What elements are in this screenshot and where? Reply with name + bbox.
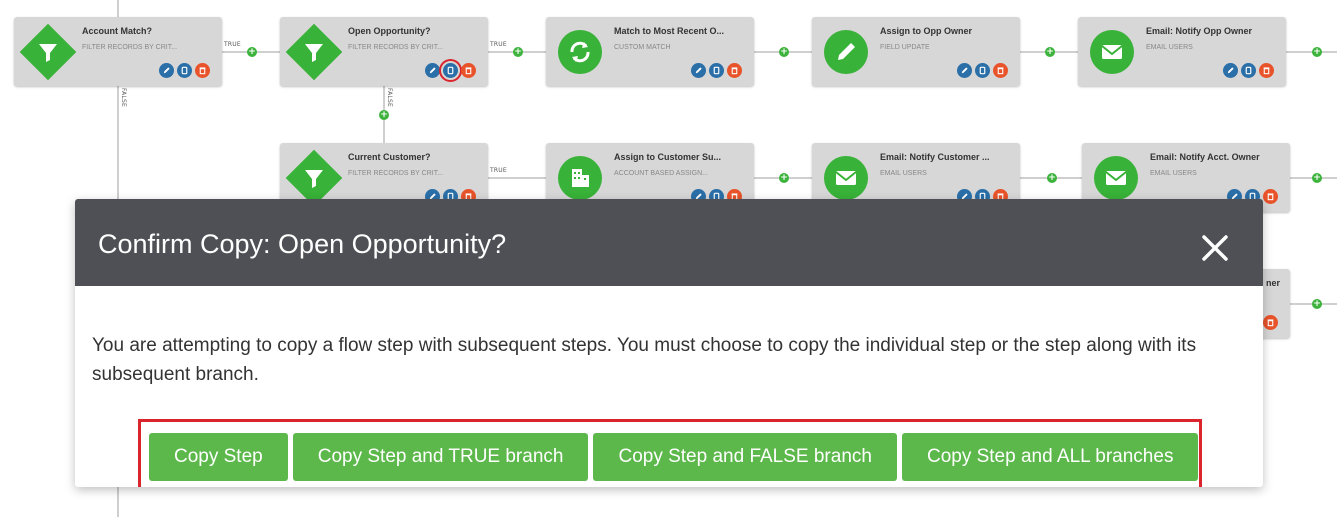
copy-icon[interactable] xyxy=(439,59,462,82)
edge-label-false: FALSE xyxy=(386,88,393,107)
copy-icon[interactable] xyxy=(709,63,724,78)
add-step-button[interactable]: + xyxy=(1047,173,1057,183)
step-subtitle: EMAIL USERS xyxy=(1150,170,1197,177)
copy-options-group: Copy Step Copy Step and TRUE branch Copy… xyxy=(138,419,1202,487)
flow-step-match-recent[interactable]: Match to Most Recent O... CUSTOM MATCH xyxy=(546,17,754,86)
edit-icon[interactable] xyxy=(425,63,440,78)
add-step-button[interactable]: + xyxy=(1312,47,1322,57)
building-icon xyxy=(558,156,602,200)
add-step-button[interactable]: + xyxy=(1312,173,1322,183)
trash-icon[interactable] xyxy=(993,63,1008,78)
filter-icon xyxy=(28,32,68,72)
mail-icon xyxy=(1094,156,1138,200)
edge-label-false: FALSE xyxy=(120,88,127,107)
flow-step-account-match[interactable]: Account Match? FILTER RECORDS BY CRIT... xyxy=(14,17,222,86)
step-subtitle: CUSTOM MATCH xyxy=(614,44,671,51)
step-title: ner xyxy=(1266,278,1281,288)
trash-icon[interactable] xyxy=(727,63,742,78)
step-title: Email: Notify Acct. Owner xyxy=(1150,152,1260,162)
copy-step-false-branch-button[interactable]: Copy Step and FALSE branch xyxy=(593,433,897,481)
add-step-button[interactable]: + xyxy=(1045,47,1055,57)
dialog-header: Confirm Copy: Open Opportunity? xyxy=(75,199,1263,286)
trash-icon[interactable] xyxy=(461,63,476,78)
edge-label-true: TRUE xyxy=(490,41,507,48)
edge-label-true: TRUE xyxy=(224,41,241,48)
copy-icon[interactable] xyxy=(177,63,192,78)
trash-icon[interactable] xyxy=(1263,189,1278,204)
flow-step-open-opportunity[interactable]: Open Opportunity? FILTER RECORDS BY CRIT… xyxy=(280,17,488,86)
step-subtitle: FIELD UPDATE xyxy=(880,44,930,51)
trash-icon[interactable] xyxy=(195,63,210,78)
copy-step-all-branches-button[interactable]: Copy Step and ALL branches xyxy=(901,433,1199,481)
copy-icon[interactable] xyxy=(1241,63,1256,78)
edit-icon[interactable] xyxy=(159,63,174,78)
add-step-button[interactable]: + xyxy=(779,173,789,183)
edit-icon[interactable] xyxy=(691,63,706,78)
filter-icon xyxy=(294,158,334,198)
step-subtitle: EMAIL USERS xyxy=(880,170,927,177)
add-step-button[interactable]: + xyxy=(513,47,523,57)
step-subtitle: EMAIL USERS xyxy=(1146,44,1193,51)
step-subtitle: FILTER RECORDS BY CRIT... xyxy=(82,44,178,51)
add-step-button[interactable]: + xyxy=(1312,299,1322,309)
add-step-button[interactable]: + xyxy=(779,47,789,57)
trash-icon[interactable] xyxy=(1259,63,1274,78)
step-subtitle: FILTER RECORDS BY CRIT... xyxy=(348,170,444,177)
dialog-title: Confirm Copy: Open Opportunity? xyxy=(98,229,507,259)
edit-icon[interactable] xyxy=(1223,63,1238,78)
edit-icon[interactable] xyxy=(957,63,972,78)
step-title: Email: Notify Opp Owner xyxy=(1146,26,1253,36)
confirm-copy-dialog: Confirm Copy: Open Opportunity? You are … xyxy=(75,199,1263,487)
flow-step-assign-opp-owner[interactable]: Assign to Opp Owner FIELD UPDATE xyxy=(812,17,1020,86)
filter-icon xyxy=(294,32,334,72)
pencil-icon xyxy=(824,30,868,74)
close-icon[interactable] xyxy=(1200,233,1230,263)
copy-icon[interactable] xyxy=(975,63,990,78)
mail-icon xyxy=(824,156,868,200)
copy-step-button[interactable]: Copy Step xyxy=(149,433,288,481)
sync-icon xyxy=(558,30,602,74)
step-title: Current Customer? xyxy=(348,152,431,162)
connector-line xyxy=(488,177,548,179)
add-step-button[interactable]: + xyxy=(379,110,389,120)
step-subtitle: FILTER RECORDS BY CRIT... xyxy=(348,44,444,51)
step-title: Account Match? xyxy=(82,26,153,36)
mail-icon xyxy=(1090,30,1134,74)
dialog-message: You are attempting to copy a flow step w… xyxy=(92,335,1197,385)
flow-step-email-opp-owner[interactable]: Email: Notify Opp Owner EMAIL USERS xyxy=(1078,17,1286,86)
add-step-button[interactable]: + xyxy=(247,47,257,57)
step-title: Assign to Customer Su... xyxy=(614,152,722,162)
copy-step-true-branch-button[interactable]: Copy Step and TRUE branch xyxy=(292,433,589,481)
step-title: Match to Most Recent O... xyxy=(614,26,725,36)
flow-canvas: + + + + + + + + + + TRUE TRUE TRUE FALSE… xyxy=(0,0,1337,517)
edge-label-true: TRUE xyxy=(490,167,507,174)
step-title: Email: Notify Customer ... xyxy=(880,152,990,162)
step-subtitle: ACCOUNT BASED ASSIGN... xyxy=(614,170,709,177)
trash-icon[interactable] xyxy=(1263,315,1278,330)
step-title: Open Opportunity? xyxy=(348,26,431,36)
step-title: Assign to Opp Owner xyxy=(880,26,973,36)
